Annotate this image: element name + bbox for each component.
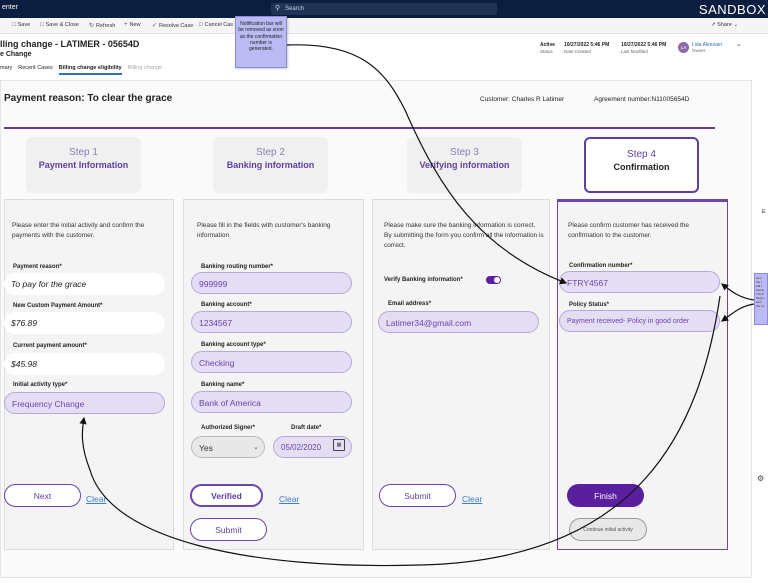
verify-banking-toggle[interactable] [486,276,501,284]
customer-name: Customer: Charles R Latimer [480,96,565,103]
initial-activity-select[interactable]: Frequency Change [4,392,165,414]
new-button[interactable]: + New [124,22,141,28]
refresh-icon: ↻ [89,23,95,29]
toggle-knob [494,277,500,283]
confirmation-number-input[interactable]: FTRY4567 [559,271,720,293]
step-1-payment-information[interactable]: Step 1 Payment Information [26,137,141,193]
panel4-intro: Please confirm customer has received the… [568,222,690,239]
avatar: LA [678,42,689,53]
owner-field[interactable]: LA Lida Alirezaei Owner [678,42,722,53]
share-button[interactable]: ↗ Share ⌄ [711,22,738,28]
tab-summary[interactable]: mary [0,65,12,75]
initial-activity-label: Initial activity type* [13,382,68,388]
sticky-note: Notification bar will be removed as soon… [235,16,287,68]
date-created-field: 10/27/2022 5:46 PM Date Created [564,42,610,54]
verified-button[interactable]: Verified [190,484,263,507]
payment-reason-label: Payment reason* [13,264,62,270]
save-icon: □ [12,22,16,28]
record-subtitle: e Change [0,51,32,58]
next-button[interactable]: Next [4,484,81,507]
owner-label: Owner [692,48,706,53]
last-modified-field: 10/27/2022 5:46 PM Last Modified [621,42,667,54]
app-name: enter [2,4,18,11]
agreement-number: Agreement number:N11005654D [594,96,690,103]
routing-number-label: Banking routing number* [201,264,273,270]
search-icon: ⚲ [275,5,281,12]
record-header: lling change - LATIMER - 05654D e Change… [0,34,768,78]
continue-initial-activity-button[interactable]: Continue initial activity [569,518,647,541]
banking-name-label: Banking name* [201,382,245,388]
current-payment-label: Current payment amount* [13,343,87,349]
tab-billing-change[interactable]: Billing change [128,65,162,75]
policy-status-input[interactable]: Payment received- Policy in good order [559,310,720,332]
chevron-down-icon[interactable]: ⌄ [736,40,742,48]
refresh-button[interactable]: ↻ Refresh [89,22,115,30]
draft-date-label: Draft date* [291,425,322,431]
record-title: lling change - LATIMER - 05654D [0,39,140,49]
global-search[interactable]: ⚲ Search [271,3,497,15]
panel3-submit-button[interactable]: Submit [379,484,456,507]
step-4-confirmation[interactable]: Step 4 Confirmation [584,137,699,193]
cancel-icon: □ [199,22,203,28]
calendar-icon[interactable]: ▦ [333,439,345,451]
step-2-banking-information[interactable]: Step 2 Banking information [213,137,328,193]
panel3-clear-link[interactable]: Clear [462,494,482,504]
panel2-submit-button[interactable]: Submit [190,518,267,541]
search-placeholder: Search [285,6,305,12]
save-close-icon: □ [40,22,44,28]
custom-payment-input[interactable]: $76.89 [4,312,165,334]
top-navigation-bar: enter ⚲ Search SANDBOX [0,0,768,18]
finish-button[interactable]: Finish [567,484,644,507]
account-type-label: Banking account type* [201,342,266,348]
command-bar: □ Save □ Save & Close ↻ Refresh + New ✓ Resol… [0,18,768,34]
tab-billing-change-eligibility[interactable]: Billing change eligibility [58,65,122,75]
email-address-input[interactable]: Latimer34@gmail.com [378,311,539,333]
resolve-case-button[interactable]: ✓ Resolve Case [152,22,193,30]
banking-account-input[interactable]: 1234567 [191,311,352,333]
side-sticky-note: Con the r will f status The P flag) p al… [754,273,768,325]
policy-status-label: Policy Status* [569,302,610,308]
step-3-verifying-information[interactable]: Step 3 Verifying information [407,137,522,193]
header-divider [4,127,715,129]
check-icon: ✓ [152,23,158,29]
verify-banking-label: Verify Banking information* [384,277,463,283]
confirmation-number-label: Confirmation number* [569,263,633,269]
banking-account-label: Banking account* [201,302,252,308]
sandbox-label: SANDBOX [698,2,766,17]
status-field: Active Status [540,42,556,54]
authorized-signer-label: Authorized Signer* [201,425,256,431]
panel3-intro: Please make sure the banking information… [384,222,544,249]
panel2-clear-link[interactable]: Clear [279,494,299,504]
email-address-label: Email address* [388,301,432,307]
panel1-intro: Please enter the initial activity and co… [12,222,145,239]
banking-name-input[interactable]: Bank of America [191,391,352,413]
payment-reason-input[interactable]: To pay for the grace [4,273,165,295]
plus-icon: + [124,22,128,28]
record-tabs: mary Recent Cases Billing change eligibi… [0,65,162,75]
account-type-input[interactable]: Checking [191,351,352,373]
tab-recent-cases[interactable]: Recent Cases [18,65,53,75]
save-button[interactable]: □ Save [12,22,30,28]
current-payment-input[interactable]: $45.98 [4,353,165,375]
chevron-down-icon: ⌄ [253,444,259,451]
side-letter: E [762,209,766,215]
panel2-intro: Please fill in the fields with customer'… [197,222,331,239]
custom-payment-label: New Custom Payment Amount* [13,303,103,309]
routing-number-input[interactable]: 999999 [191,272,352,294]
share-icon: ↗ [711,22,716,28]
cancel-case-button[interactable]: □ Cancel Cas [199,22,233,28]
payment-reason-header: Payment reason: To clear the grace [4,93,173,104]
save-close-button[interactable]: □ Save & Close [40,22,79,28]
panel1-clear-link[interactable]: Clear [86,494,106,504]
gear-icon[interactable]: ⚙ [757,474,764,483]
